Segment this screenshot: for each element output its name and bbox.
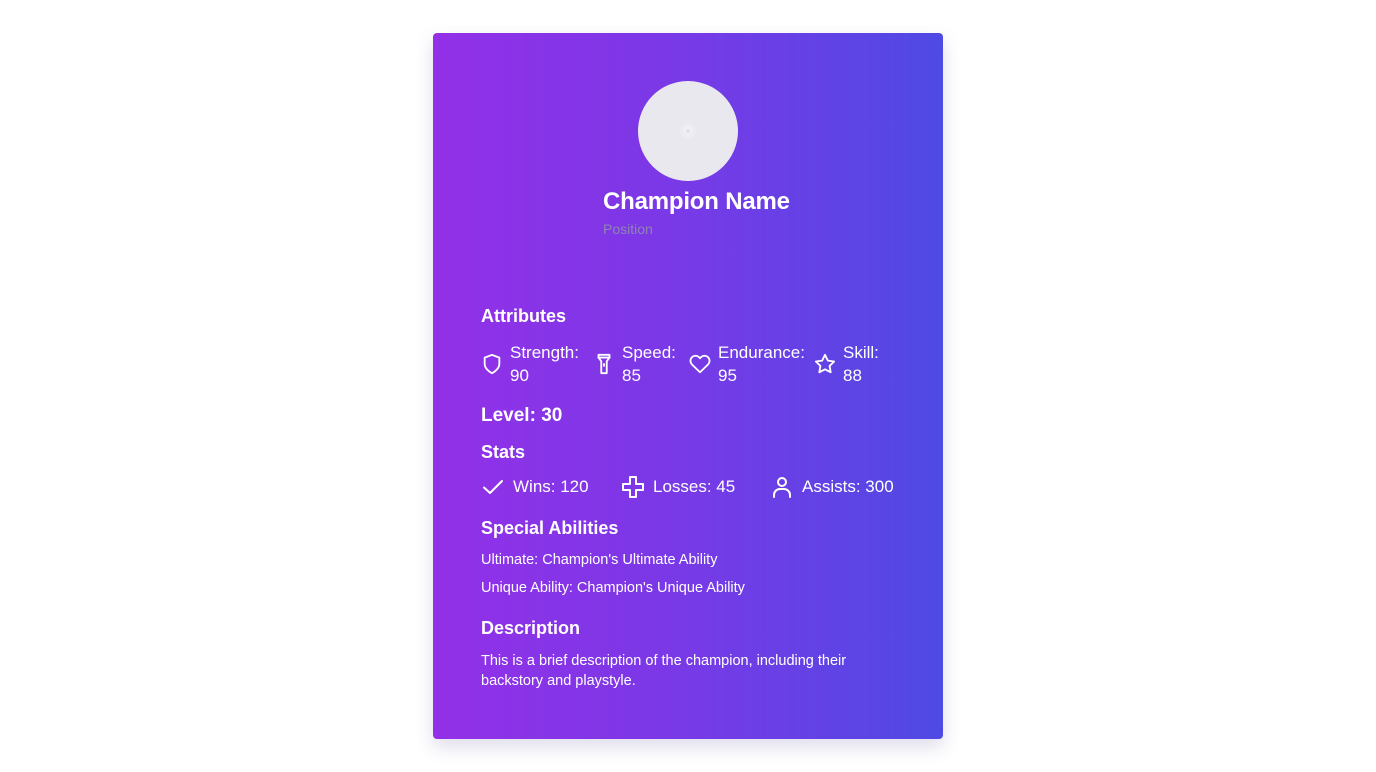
stat-wins: Wins: 120 (481, 475, 589, 499)
special-abilities-heading: Special Abilities (481, 518, 619, 538)
champion-position: Position (603, 221, 653, 237)
attribute-speed: Speed: 85 (593, 341, 683, 387)
avatar (638, 81, 738, 181)
description-heading: Description (481, 618, 581, 638)
attribute-speed-label: Speed: 85 (622, 343, 676, 385)
attribute-strength: Strength: 90 (481, 341, 591, 387)
user-icon (770, 475, 794, 499)
stat-assists-label: Assists: 300 (802, 477, 894, 496)
description-text: This is a brief description of the champ… (481, 653, 847, 689)
check-icon (481, 475, 505, 499)
champion-name: Champion Name (603, 188, 790, 215)
stats-heading: Stats (481, 442, 526, 462)
attribute-skill: Skill: 88 (814, 341, 894, 387)
avatar-placeholder-icon (683, 126, 693, 136)
attribute-endurance-label: Endurance: 95 (718, 343, 805, 385)
flashlight-icon (593, 353, 615, 375)
stat-losses: Losses: 45 (621, 475, 735, 499)
attribute-endurance: Endurance: 95 (689, 341, 814, 387)
heart-icon (689, 353, 711, 375)
attributes-heading: Attributes (481, 306, 566, 326)
star-icon (814, 353, 836, 375)
stat-losses-label: Losses: 45 (653, 477, 736, 496)
unique-ability: Unique Ability: Champion's Unique Abilit… (481, 580, 745, 596)
attribute-skill-label: Skill: 88 (843, 343, 879, 385)
ultimate-ability: Ultimate: Champion's Ultimate Ability (481, 552, 718, 568)
attribute-strength-label: Strength: 90 (510, 343, 579, 385)
plus-icon (621, 475, 645, 499)
champion-level: Level: 30 (481, 405, 563, 426)
champion-card: Champion Name Position Attributes Streng… (433, 33, 943, 739)
stat-assists: Assists: 300 (770, 475, 894, 499)
shield-icon (481, 353, 503, 375)
stat-wins-label: Wins: 120 (513, 477, 589, 496)
